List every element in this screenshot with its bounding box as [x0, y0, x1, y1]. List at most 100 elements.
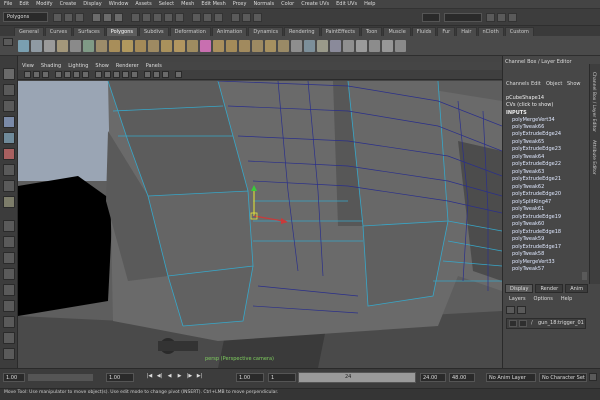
poly-cone-icon[interactable] [57, 40, 68, 52]
playback-start-field[interactable]: 1.00 [106, 373, 134, 382]
menu-window[interactable]: Window [109, 1, 129, 7]
snap-curve-icon[interactable] [153, 13, 162, 22]
step-forward-button[interactable]: |▶ [186, 373, 193, 381]
layer-visibility-toggle[interactable] [509, 320, 517, 327]
save-scene-icon[interactable] [75, 13, 84, 22]
collapse-icon[interactable] [265, 40, 276, 52]
input-node[interactable]: polyTweak66 [512, 124, 544, 130]
camera-attributes-icon[interactable] [33, 71, 40, 78]
input-node[interactable]: polyExtrudeEdge20 [512, 191, 561, 197]
channel-box-menu-channels[interactable]: Channels [506, 81, 529, 87]
shelf-tab-deformation[interactable]: Deformation [169, 27, 211, 36]
time-slider-track[interactable] [28, 374, 93, 381]
isolate-select-icon[interactable] [153, 71, 160, 78]
anim-layer-dropdown[interactable]: No Anim Layer [486, 373, 536, 382]
append-polygon-icon[interactable] [187, 40, 198, 52]
panel-menu-lighting[interactable]: Lighting [68, 63, 88, 69]
poly-sphere-icon[interactable] [18, 40, 29, 52]
panel-menu-show[interactable]: Show [95, 63, 109, 69]
input-node[interactable]: polyTweak62 [512, 184, 544, 190]
sew-uv-icon[interactable] [356, 40, 367, 52]
input-node[interactable]: polyExtrudeEdge21 [512, 176, 561, 182]
new-scene-icon[interactable] [53, 13, 62, 22]
show-tool-settings-icon[interactable] [508, 13, 517, 22]
shelf-tab-curves[interactable]: Curves [44, 27, 73, 36]
layer-tab-display[interactable]: Display [505, 284, 534, 293]
menu-set-dropdown[interactable]: Polygons [3, 12, 48, 22]
paint-select-tool-icon[interactable] [3, 100, 15, 112]
split-polygon-icon[interactable] [200, 40, 211, 52]
poly-cylinder-icon[interactable] [44, 40, 55, 52]
layer-menu-help[interactable]: Help [561, 296, 572, 302]
playback-end-field[interactable]: 24.00 [420, 373, 446, 382]
use-all-lights-icon[interactable] [131, 71, 138, 78]
custom-layout-icon[interactable] [3, 348, 15, 360]
menu-normals[interactable]: Normals [253, 1, 274, 7]
cvs-label[interactable]: CVs (click to show) [506, 102, 553, 108]
menu-help[interactable]: Help [364, 1, 375, 7]
shelf-tab-ncloth[interactable]: nCloth [477, 27, 504, 36]
input-node[interactable]: polyMergeVert34 [512, 117, 555, 123]
select-tool-icon[interactable] [3, 68, 15, 80]
textured-icon[interactable] [122, 71, 129, 78]
shelf-tab-painteffects[interactable]: PaintEffects [320, 27, 360, 36]
step-back-button[interactable]: ◀| [156, 373, 163, 381]
shelf-tab-subdivs[interactable]: Subdivs [139, 27, 169, 36]
play-forwards-button[interactable]: ▶ [176, 373, 183, 381]
hypershade-layout-icon[interactable] [3, 300, 15, 312]
poly-torus-icon[interactable] [83, 40, 94, 52]
input-node[interactable]: polyTweak63 [512, 169, 544, 175]
bevel-icon[interactable] [239, 40, 250, 52]
layer-menu-layers[interactable]: Layers [509, 296, 526, 302]
shelf-tab-surfaces[interactable]: Surfaces [73, 27, 105, 36]
input-node[interactable]: polyTweak65 [512, 139, 544, 145]
poly-plane-icon[interactable] [70, 40, 81, 52]
shadows-icon[interactable] [144, 71, 151, 78]
planar-mapping-icon[interactable] [304, 40, 315, 52]
input-node[interactable]: polyExtrudeEdge22 [512, 161, 561, 167]
single-pane-layout-icon[interactable] [3, 220, 15, 232]
offset-edge-loop-icon[interactable] [226, 40, 237, 52]
shelf-tab-fur[interactable]: Fur [437, 27, 456, 36]
rotate-tool-icon[interactable] [3, 132, 15, 144]
wireframe-icon[interactable] [95, 71, 102, 78]
shelf-tab-muscle[interactable]: Muscle [383, 27, 411, 36]
xray-icon[interactable] [162, 71, 169, 78]
shelf-tab-dynamics[interactable]: Dynamics [248, 27, 284, 36]
menu-select[interactable]: Select [159, 1, 174, 7]
layer-menu-options[interactable]: Options [534, 296, 553, 302]
layer-tab-anim[interactable]: Anim [565, 284, 589, 293]
uv-editor-icon[interactable] [291, 40, 302, 52]
snap-point-icon[interactable] [164, 13, 173, 22]
layer-name[interactable]: gun_18:trigger_01 [538, 320, 584, 326]
play-backwards-button[interactable]: ◀ [166, 373, 173, 381]
automatic-mapping-icon[interactable] [343, 40, 354, 52]
menu-edit-mesh[interactable]: Edit Mesh [201, 1, 225, 7]
grid-toggle-icon[interactable] [64, 71, 71, 78]
side-by-side-layout-icon[interactable] [3, 252, 15, 264]
persp-outliner-layout-icon[interactable] [3, 268, 15, 280]
input-node[interactable]: polyExtrudeEdge23 [512, 146, 561, 152]
spherical-mapping-icon[interactable] [330, 40, 341, 52]
layer-display-type-toggle[interactable] [519, 320, 527, 327]
move-tool-icon[interactable] [3, 116, 15, 128]
end-time-field[interactable]: 48.00 [449, 373, 475, 382]
input-node[interactable]: polyTweak61 [512, 206, 544, 212]
extrude-icon[interactable] [161, 40, 172, 52]
menu-edit[interactable]: Edit [19, 1, 29, 7]
scale-tool-icon[interactable] [3, 148, 15, 160]
show-channel-box-icon[interactable] [486, 13, 495, 22]
reverse-normals-icon[interactable] [278, 40, 289, 52]
cut-uv-icon[interactable] [369, 40, 380, 52]
pick-mask-icon[interactable] [131, 13, 140, 22]
input-node[interactable]: polyMergeVert33 [512, 259, 555, 265]
layout-uv-icon[interactable] [395, 40, 406, 52]
film-gate-icon[interactable] [73, 71, 80, 78]
viewport-scene[interactable] [18, 81, 502, 368]
outliner-layout-icon[interactable] [3, 316, 15, 328]
menu-mesh[interactable]: Mesh [181, 1, 194, 7]
panel-menu-panels[interactable]: Panels [146, 63, 162, 69]
shelf-options-icon[interactable] [3, 38, 13, 46]
select-camera-icon[interactable] [24, 71, 31, 78]
inputs-icon[interactable] [203, 13, 212, 22]
